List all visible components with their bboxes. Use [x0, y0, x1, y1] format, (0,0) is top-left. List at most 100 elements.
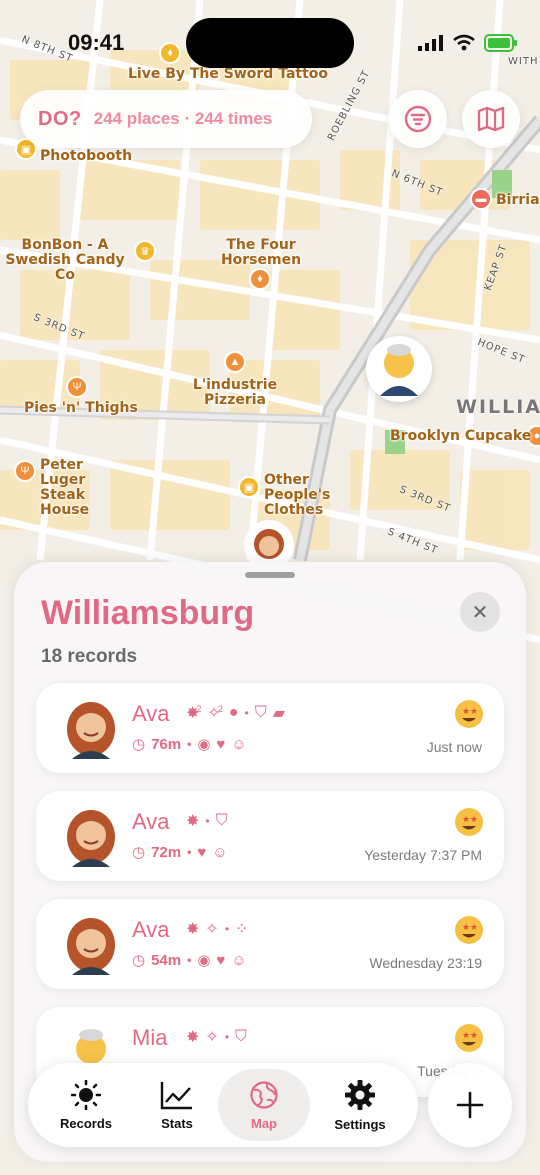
records-count: 18 records: [41, 646, 138, 667]
avatar-icon: [380, 344, 418, 396]
svg-text:★: ★: [470, 706, 478, 716]
record-name: Mia: [132, 1025, 168, 1050]
gamepad-icon: ◉: [197, 736, 211, 753]
gear-icon: [345, 1079, 375, 1110]
poi-marker[interactable]: Ψ: [66, 376, 88, 398]
poi-label[interactable]: Pies 'n' Thighs: [24, 401, 138, 416]
record-details: ◷ 54m • ◉ ♥ ☺: [132, 951, 247, 970]
star-eyes-emoji-icon: ★ ★: [455, 916, 483, 944]
battery-icon: [484, 34, 517, 52]
svg-text:★: ★: [462, 814, 470, 824]
record-details: ◷ 72m • ♥ ☺: [132, 843, 228, 862]
record-time: Yesterday 7:37 PM: [364, 847, 482, 863]
status-icons: [418, 34, 518, 52]
poi-marker[interactable]: ♦: [249, 268, 271, 290]
shield-icon: ⛉: [235, 1028, 248, 1045]
shield-icon: ⛉: [215, 812, 228, 829]
clock-icon: ◷: [132, 736, 146, 753]
add-record-button[interactable]: [428, 1063, 512, 1147]
gamepad-icon: ◉: [197, 952, 211, 969]
record-duration: 54m: [151, 951, 182, 969]
heart-icon: ♥: [216, 735, 226, 753]
star-eyes-emoji-icon: ★ ★: [455, 808, 483, 836]
burst-icon: ✸: [186, 921, 200, 938]
globe-icon: [250, 1080, 278, 1109]
record-name: Ava: [132, 809, 170, 834]
signal-icon: [418, 35, 443, 51]
search-summary-pill[interactable]: DO? 244 places · 244 times: [20, 90, 312, 148]
svg-text:★: ★: [462, 706, 470, 716]
street-label: WITH: [508, 56, 539, 67]
shield-icon: ⛉: [254, 704, 267, 721]
close-button[interactable]: ✕: [460, 592, 500, 632]
record-time: Just now: [426, 739, 482, 755]
map-icon: [477, 106, 505, 132]
heart-icon: ♥: [197, 843, 207, 861]
record-activity-icons: ✸ ✧ • ⛉: [186, 1028, 248, 1046]
record-duration: 72m: [151, 843, 182, 861]
map-user-avatar[interactable]: [366, 336, 432, 402]
sun-icon: [71, 1079, 101, 1110]
poi-marker[interactable]: ♛: [134, 240, 156, 262]
poi-marker[interactable]: ▲: [224, 351, 246, 373]
tab-records[interactable]: Records: [40, 1069, 132, 1141]
sparkle-icon: ✧: [205, 1029, 219, 1046]
svg-text:★: ★: [470, 814, 478, 824]
masks-icon: ☺: [212, 843, 228, 861]
record-activity-icons: ✸2 ✧2 ● • ⛉ ▰: [186, 703, 286, 722]
masks-icon: ☺: [231, 951, 247, 969]
svg-text:★: ★: [462, 922, 470, 932]
record-card[interactable]: Ava ✸ ✧ • ⁘ ◷ 54m • ◉ ♥ ☺ ★ ★ Wednesday 2…: [36, 899, 504, 989]
tab-settings[interactable]: Settings: [314, 1069, 406, 1141]
record-name: Ava: [132, 701, 170, 726]
poi-label[interactable]: The Four Horsemen: [218, 238, 304, 268]
poi-marker[interactable]: Ψ: [14, 460, 36, 482]
drop-icon: ●: [228, 704, 239, 721]
record-activity-icons: ✸ ✧ • ⁘: [186, 921, 249, 938]
filter-button[interactable]: [389, 90, 447, 148]
tab-label: Stats: [161, 1115, 193, 1131]
poi-label[interactable]: Peter Luger Steak House: [40, 458, 130, 518]
heart-icon: ♥: [216, 951, 226, 969]
record-details: ◷ 76m • ◉ ♥ ☺: [132, 735, 247, 754]
tab-stats[interactable]: Stats: [131, 1069, 223, 1141]
tab-bar: Records Stats Map Settings: [28, 1063, 418, 1147]
poi-marker[interactable]: ▬: [470, 188, 492, 210]
poi-label[interactable]: Birria-: [496, 193, 540, 208]
poi-label[interactable]: L'industrie Pizzeria: [190, 378, 280, 408]
filter-icon: [404, 105, 432, 133]
tab-label: Settings: [334, 1116, 386, 1132]
map-style-button[interactable]: [462, 90, 520, 148]
pills-icon: ⁘: [235, 921, 249, 938]
star-eyes-emoji-icon: ★ ★: [455, 1024, 483, 1052]
record-name: Ava: [132, 917, 170, 942]
record-card[interactable]: Ava ✸ • ⛉ ◷ 72m • ♥ ☺ ★ ★ Yesterday 7:37 …: [36, 791, 504, 881]
record-duration: 76m: [151, 735, 182, 753]
poi-marker[interactable]: ▣: [238, 476, 260, 498]
svg-text:★: ★: [470, 922, 478, 932]
wifi-icon: [453, 34, 475, 51]
burst-icon: ✸: [186, 813, 200, 830]
poi-label[interactable]: Other People's Clothes: [264, 473, 376, 518]
dynamic-island: [186, 18, 354, 68]
avatar: [67, 810, 115, 867]
avatar: [67, 702, 115, 759]
poi-label[interactable]: Live By The Sword Tattoo: [128, 67, 328, 82]
tab-label: Records: [59, 1115, 113, 1131]
burst-icon: ✸: [186, 1029, 200, 1046]
poi-label[interactable]: BonBon - A Swedish Candy Co: [0, 238, 130, 283]
tab-map[interactable]: Map: [218, 1069, 310, 1141]
sparkle-icon: ✧2: [207, 703, 223, 722]
status-time: 09:41: [68, 30, 125, 55]
record-card[interactable]: Ava ✸2 ✧2 ● • ⛉ ▰ ◷ 76m • ◉ ♥ ☺ ★ ★ Just …: [36, 683, 504, 773]
app-brand: DO?: [38, 107, 82, 130]
poi-label[interactable]: Photobooth: [40, 149, 132, 164]
poi-label[interactable]: Brooklyn Cupcake: [390, 429, 531, 444]
pill-icon: ▰: [272, 705, 286, 722]
svg-text:★: ★: [470, 1030, 478, 1040]
burst-icon: ✸2: [186, 703, 202, 722]
sheet-grabber[interactable]: [245, 572, 295, 578]
tab-label: Map: [251, 1115, 277, 1131]
record-time: Wednesday 23:19: [369, 955, 482, 971]
poi-marker[interactable]: ♦: [159, 42, 181, 64]
